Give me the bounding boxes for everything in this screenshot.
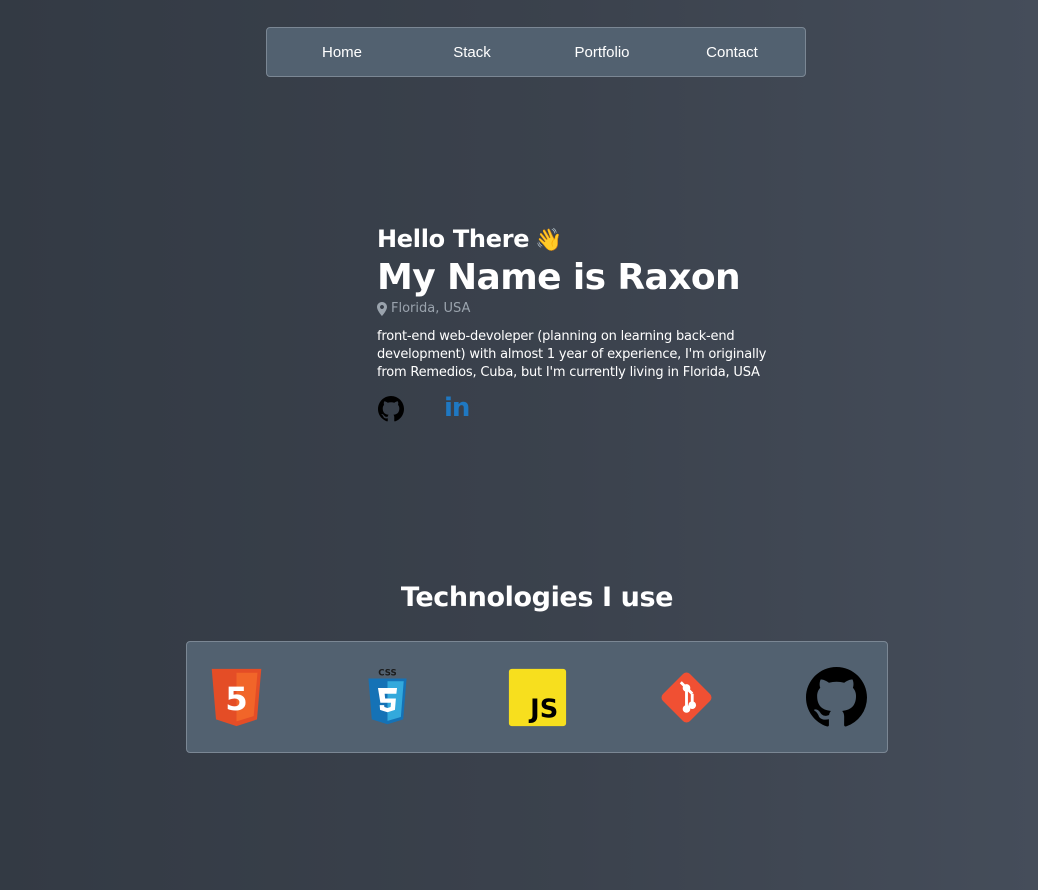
git-icon — [656, 667, 717, 728]
javascript-icon: JS — [507, 667, 568, 728]
technologies-heading: Technologies I use — [400, 582, 674, 613]
hero-section: Hello There 👋 My Name is Raxon Florida, U… — [377, 222, 777, 422]
navbar: Home Stack Portfolio Contact — [266, 27, 806, 77]
name-heading: My Name is Raxon — [377, 257, 741, 298]
location-text: Florida, USA — [391, 301, 471, 316]
greeting-heading: Hello There 👋 — [377, 222, 777, 258]
location: Florida, USA — [377, 299, 777, 319]
javascript-label: JS — [528, 695, 558, 725]
social-links: in — [377, 395, 777, 422]
technologies-panel: 5 CSS JS — [186, 641, 888, 753]
map-pin-icon — [377, 302, 387, 316]
wave-emoji: 👋 — [535, 228, 563, 253]
github-link[interactable] — [377, 395, 404, 422]
bio-text: front-end web-devoleper (planning on lea… — [377, 329, 767, 380]
linkedin-icon: in — [444, 393, 470, 423]
greeting-text: Hello There — [377, 225, 530, 253]
linkedin-link[interactable]: in — [444, 393, 470, 423]
nav-link-stack[interactable]: Stack — [453, 28, 491, 78]
github-icon — [377, 395, 404, 421]
css3-label: CSS — [378, 669, 396, 679]
nav-link-contact[interactable]: Contact — [706, 28, 758, 78]
html5-icon: 5 — [206, 667, 267, 728]
nav-link-home[interactable]: Home — [322, 28, 362, 78]
github-icon — [806, 667, 867, 728]
nav-link-portfolio[interactable]: Portfolio — [574, 28, 629, 78]
html5-label: 5 — [225, 680, 248, 718]
css3-icon: CSS — [357, 667, 418, 728]
